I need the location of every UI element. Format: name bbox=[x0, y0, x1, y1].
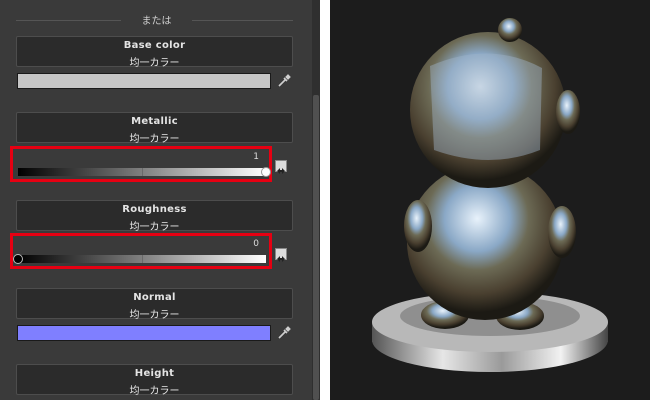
normal-mode: 均一カラー bbox=[129, 310, 180, 321]
eyedropper-icon[interactable] bbox=[277, 326, 291, 340]
roughness-title: Roughness bbox=[122, 204, 187, 215]
normal-color-swatch[interactable] bbox=[17, 325, 271, 341]
eyedropper-icon[interactable] bbox=[277, 74, 291, 88]
metallic-slider-handle[interactable] bbox=[261, 167, 271, 177]
metallic-slider-track[interactable] bbox=[18, 168, 266, 176]
slider-midpoint bbox=[142, 168, 143, 176]
base-color-title: Base color bbox=[123, 40, 186, 51]
separator bbox=[320, 0, 330, 400]
link-toggle-icon[interactable] bbox=[275, 248, 287, 262]
chrome-robot-preview bbox=[372, 18, 608, 372]
roughness-dropdown[interactable]: Roughness 均一カラー bbox=[16, 200, 293, 233]
link-toggle-icon[interactable] bbox=[275, 160, 287, 174]
roughness-slider-track[interactable] bbox=[18, 255, 266, 263]
divider bbox=[192, 20, 293, 21]
slider-midpoint bbox=[142, 255, 143, 263]
base-color-dropdown[interactable]: Base color 均一カラー bbox=[16, 36, 293, 69]
material-properties-panel: または Base color 均一カラー 1 Metallic 均一カラー 1 … bbox=[0, 0, 313, 400]
3d-preview-viewport[interactable] bbox=[330, 0, 650, 400]
panel-scrollbar[interactable] bbox=[312, 0, 320, 400]
metallic-value: 1 bbox=[253, 152, 259, 162]
normal-title: Normal bbox=[133, 292, 176, 303]
scrollbar-thumb[interactable] bbox=[313, 95, 319, 400]
normal-dropdown[interactable]: Normal 均一カラー bbox=[16, 288, 293, 321]
metallic-title: Metallic bbox=[131, 116, 178, 127]
height-mode: 均一カラー bbox=[129, 386, 180, 397]
roughness-slider-highlight: 0 bbox=[10, 233, 272, 269]
roughness-value: 0 bbox=[253, 239, 259, 249]
base-color-mode: 均一カラー bbox=[129, 58, 180, 69]
height-title: Height bbox=[134, 368, 175, 379]
height-dropdown[interactable]: Height 均一カラー bbox=[16, 364, 293, 397]
roughness-mode: 均一カラー bbox=[129, 222, 180, 233]
roughness-slider-handle[interactable] bbox=[13, 254, 23, 264]
base-color-swatch[interactable] bbox=[17, 73, 271, 89]
metallic-mode: 均一カラー bbox=[129, 134, 180, 145]
metallic-dropdown[interactable]: Metallic 均一カラー bbox=[16, 112, 293, 145]
metallic-slider-highlight: 1 bbox=[10, 146, 272, 182]
